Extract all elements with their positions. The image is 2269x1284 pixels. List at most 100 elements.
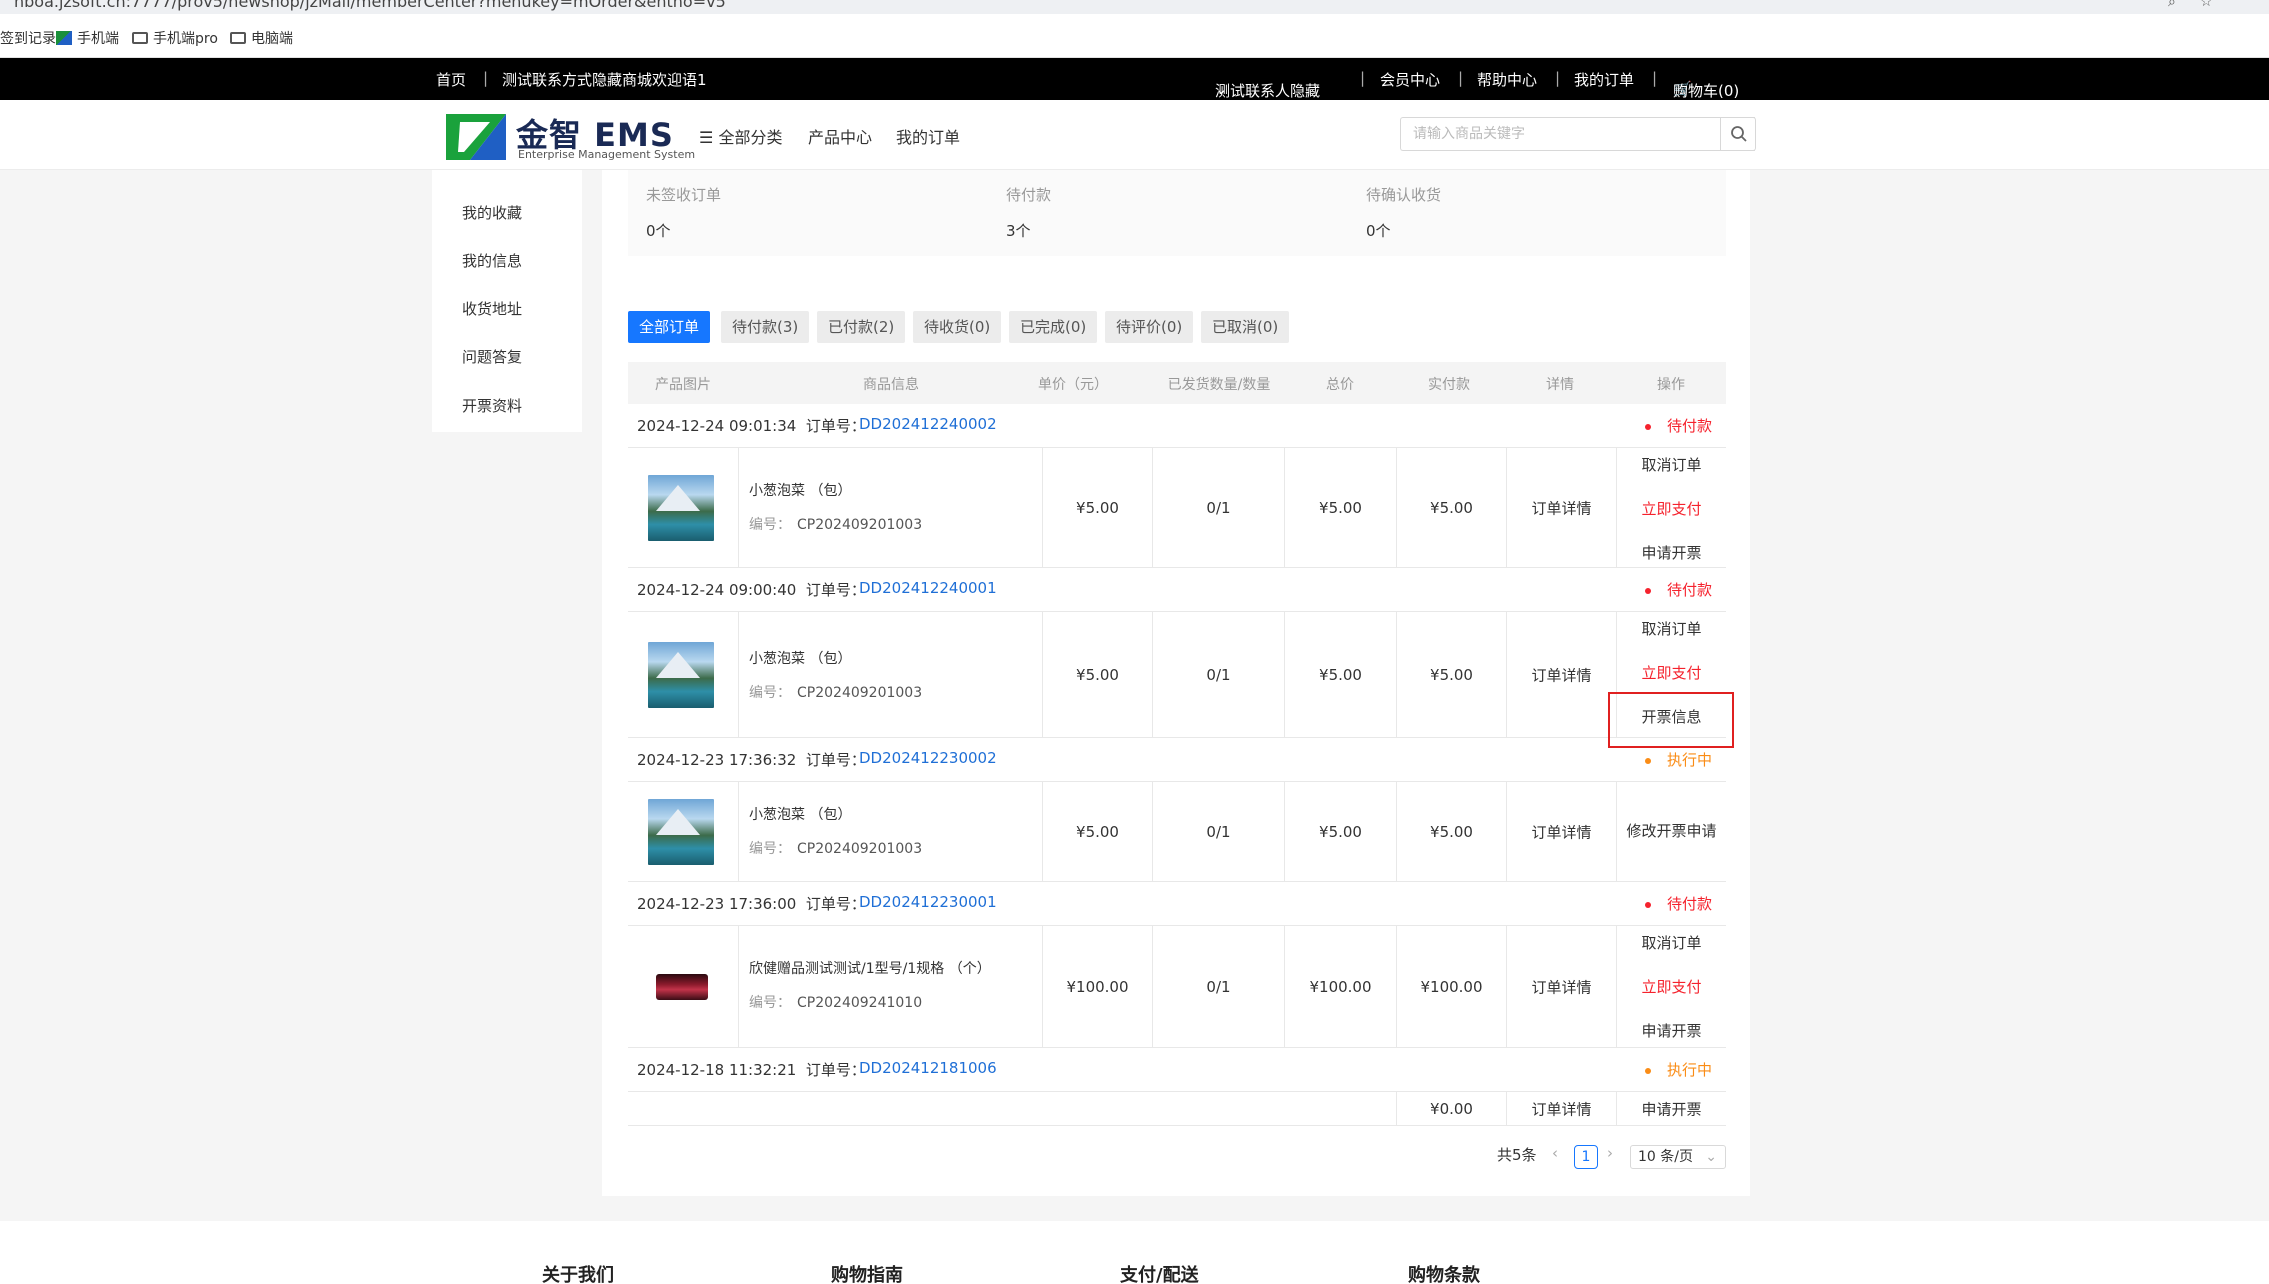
tab-to-review[interactable]: 待评价(0) bbox=[1105, 311, 1194, 343]
table-row: 欣健赠品测试测试/1型号/1规格 （个） 编号： CP202409241010 ¥… bbox=[628, 926, 1726, 1048]
order-detail-link[interactable]: 订单详情 bbox=[1531, 976, 1591, 997]
footer-payment-delivery[interactable]: 支付/配送 bbox=[1120, 1261, 1199, 1284]
order-number-link[interactable]: DD202412240002 bbox=[859, 415, 997, 433]
tab-all-orders[interactable]: 全部订单 bbox=[628, 311, 711, 343]
footer-terms[interactable]: 购物条款 bbox=[1408, 1261, 1480, 1284]
cancel-order-button[interactable]: 取消订单 bbox=[1641, 618, 1701, 639]
order-number-link[interactable]: DD202412230001 bbox=[859, 893, 997, 911]
tab-cancelled[interactable]: 已取消(0) bbox=[1201, 311, 1290, 343]
site-logo-icon[interactable] bbox=[446, 114, 506, 160]
cancel-order-button[interactable]: 取消订单 bbox=[1641, 932, 1701, 953]
shipped-quantity: 0/1 bbox=[1206, 498, 1231, 517]
sidebar-item-invoice[interactable]: 开票资料 bbox=[462, 395, 522, 416]
column-header: 详情 bbox=[1546, 377, 1574, 393]
stat-label: 待确认收货 bbox=[1366, 186, 1442, 204]
sidebar-item-address[interactable]: 收货地址 bbox=[462, 298, 522, 319]
tab-to-receive[interactable]: 待收货(0) bbox=[913, 311, 1002, 343]
menu-icon: ☰ bbox=[699, 128, 714, 147]
pager-page-1[interactable]: 1 bbox=[1574, 1145, 1598, 1169]
request-invoice-button[interactable]: 申请开票 bbox=[1641, 542, 1701, 563]
table-row: ¥0.00 订单详情 申请开票 bbox=[628, 1092, 1726, 1126]
order-detail-link[interactable]: 订单详情 bbox=[1531, 497, 1591, 518]
status-badge: 执行中 bbox=[1644, 1059, 1712, 1080]
order-no-label: 订单号： bbox=[805, 581, 866, 599]
bookmark-checkin[interactable]: 签到记录 bbox=[0, 28, 56, 48]
order-number-link[interactable]: DD202412230002 bbox=[859, 749, 997, 767]
order-datetime: 2024-12-18 11:32:21 bbox=[637, 1061, 797, 1079]
order-detail-link[interactable]: 订单详情 bbox=[1531, 664, 1591, 685]
bookmarks-bar: 签到记录 手机端 手机端pro 电脑端 bbox=[0, 14, 2269, 58]
sidebar-item-favorites[interactable]: 我的收藏 bbox=[462, 202, 522, 223]
product-name[interactable]: 小葱泡菜 （包） bbox=[749, 804, 851, 824]
product-code-label: 编号： bbox=[749, 995, 791, 1011]
order-datetime: 2024-12-23 17:36:00 bbox=[637, 895, 797, 913]
stat-value: 3个 bbox=[1006, 222, 1031, 240]
tab-completed[interactable]: 已完成(0) bbox=[1009, 311, 1098, 343]
help-center-link[interactable]: 帮助中心 bbox=[1477, 69, 1537, 90]
order-stats: 未签收订单 0个 待付款 3个 待确认收货 0个 bbox=[628, 170, 1726, 256]
member-center-link[interactable]: 会员中心 bbox=[1380, 69, 1440, 90]
search-icon[interactable]: ⌕ bbox=[2168, 0, 2176, 10]
pay-now-button[interactable]: 立即支付 bbox=[1641, 976, 1701, 997]
search-input[interactable] bbox=[1400, 117, 1755, 151]
product-image[interactable] bbox=[648, 474, 714, 541]
product-name[interactable]: 小葱泡菜 （包） bbox=[749, 648, 851, 668]
tab-paid[interactable]: 已付款(2) bbox=[817, 311, 906, 343]
product-code-label: 编号： bbox=[749, 685, 791, 701]
browser-address-bar[interactable]: nboa.jzsoft.cn:7777/prov5/newshop/jzMall… bbox=[0, 0, 2269, 14]
order-header: 2024-12-23 17:36:00 订单号： DD202412230001 … bbox=[628, 882, 1726, 926]
nav-product-center[interactable]: 产品中心 bbox=[808, 124, 872, 148]
product-name[interactable]: 小葱泡菜 （包） bbox=[749, 480, 851, 500]
column-header: 商品信息 bbox=[863, 377, 919, 393]
footer-shopping-guide[interactable]: 购物指南 bbox=[831, 1261, 903, 1284]
paid-amount: ¥100.00 bbox=[1420, 977, 1483, 996]
site-footer: 关于我们 购物指南 支付/配送 购物条款 bbox=[0, 1221, 2269, 1284]
stat-value: 0个 bbox=[646, 222, 671, 240]
folder-icon bbox=[230, 32, 246, 44]
request-invoice-button[interactable]: 申请开票 bbox=[1641, 1098, 1701, 1119]
pay-now-button[interactable]: 立即支付 bbox=[1641, 498, 1701, 519]
sidebar-item-qa[interactable]: 问题答复 bbox=[462, 346, 522, 367]
request-invoice-button[interactable]: 申请开票 bbox=[1641, 1020, 1701, 1041]
bookmark-mobile[interactable]: 手机端 bbox=[56, 28, 119, 48]
table-header: 产品图片 商品信息 单价（元） 已发货数量/数量 总价 实付款 详情 操作 bbox=[628, 362, 1726, 404]
shipped-quantity: 0/1 bbox=[1206, 977, 1231, 996]
edit-invoice-request-button[interactable]: 修改开票申请 bbox=[1626, 820, 1716, 841]
product-name[interactable]: 欣健赠品测试测试/1型号/1规格 （个） bbox=[749, 958, 991, 978]
cancel-order-button[interactable]: 取消订单 bbox=[1641, 454, 1701, 475]
home-link[interactable]: 首页 bbox=[436, 69, 466, 90]
product-image[interactable] bbox=[656, 973, 708, 1000]
member-sidebar: 我的收藏 我的信息 收货地址 问题答复 开票资料 bbox=[432, 170, 582, 432]
pay-now-button[interactable]: 立即支付 bbox=[1641, 662, 1701, 683]
product-image[interactable] bbox=[648, 641, 714, 708]
my-orders-link[interactable]: 我的订单 bbox=[1574, 69, 1634, 90]
order-number-link[interactable]: DD202412240001 bbox=[859, 579, 997, 597]
nav-all-categories[interactable]: ☰ 全部分类 bbox=[699, 124, 782, 148]
logo-subtitle: Enterprise Management System bbox=[518, 148, 696, 161]
pager-prev-icon[interactable]: ‹ bbox=[1552, 1144, 1558, 1162]
order-header: 2024-12-23 17:36:32 订单号： DD202412230002 … bbox=[628, 738, 1726, 782]
bookmark-pc[interactable]: 电脑端 bbox=[230, 28, 293, 48]
order-datetime: 2024-12-24 09:00:40 bbox=[637, 581, 797, 599]
bookmark-mobile-pro[interactable]: 手机端pro bbox=[132, 28, 218, 48]
nav-my-orders[interactable]: 我的订单 bbox=[896, 124, 960, 148]
column-header: 总价 bbox=[1326, 377, 1354, 393]
page-size-select[interactable]: 10 条/页 ⌄ bbox=[1630, 1145, 1726, 1169]
order-detail-link[interactable]: 订单详情 bbox=[1531, 1098, 1591, 1119]
product-code: CP202409201003 bbox=[797, 841, 923, 857]
column-header: 实付款 bbox=[1428, 377, 1470, 393]
column-header: 操作 bbox=[1657, 377, 1685, 393]
sidebar-item-my-info[interactable]: 我的信息 bbox=[462, 250, 522, 271]
order-detail-link[interactable]: 订单详情 bbox=[1531, 821, 1591, 842]
pager-total: 共5条 bbox=[1497, 1146, 1537, 1164]
search-button[interactable] bbox=[1720, 117, 1756, 151]
order-no-label: 订单号： bbox=[805, 417, 866, 435]
star-icon[interactable]: ☆ bbox=[2200, 0, 2213, 10]
footer-about[interactable]: 关于我们 bbox=[542, 1261, 614, 1284]
unit-price: ¥5.00 bbox=[1076, 822, 1119, 841]
product-image[interactable] bbox=[648, 798, 714, 865]
order-number-link[interactable]: DD202412181006 bbox=[859, 1059, 997, 1077]
tab-pending-payment[interactable]: 待付款(3) bbox=[721, 311, 810, 343]
pager-next-icon[interactable]: › bbox=[1607, 1144, 1613, 1162]
total-price: ¥5.00 bbox=[1319, 822, 1362, 841]
